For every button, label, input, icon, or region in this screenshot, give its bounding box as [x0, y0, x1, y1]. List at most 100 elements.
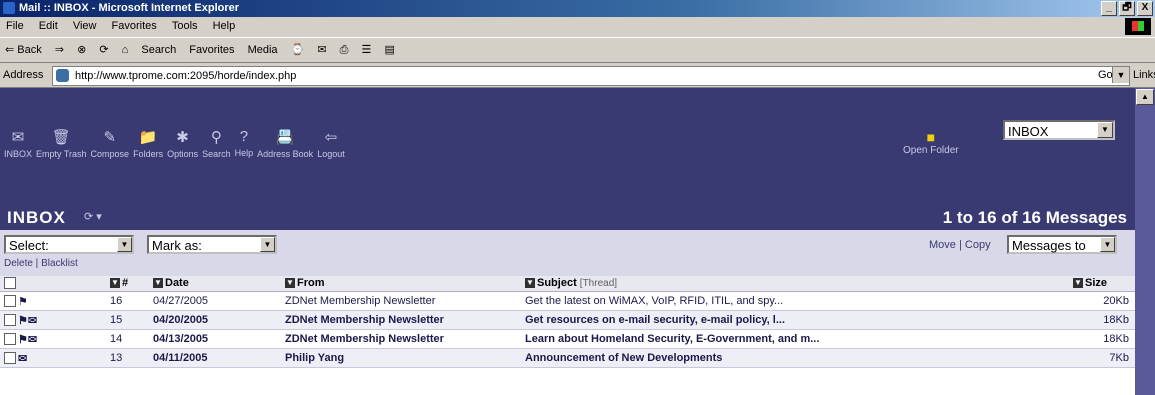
nav-compose[interactable]: ✎ Compose [91, 128, 130, 159]
message-subject[interactable]: Announcement of New Developments [525, 352, 722, 364]
windows-logo-icon [1125, 18, 1151, 35]
folders-icon: 📁 [138, 129, 158, 146]
nav-address-book[interactable]: 📇 Address Book [257, 128, 313, 159]
column-size-label: Size [1085, 277, 1108, 289]
message-subject[interactable]: Get the latest on WiMAX, VoIP, RFID, ITI… [525, 295, 783, 307]
column-num[interactable]: ▼ # [110, 277, 128, 289]
nav-label: Help [234, 148, 254, 158]
menu-help[interactable]: Help [207, 17, 242, 35]
scroll-up-icon[interactable]: ▲ [1136, 89, 1154, 105]
message-checkbox[interactable] [4, 295, 16, 308]
delete-link[interactable]: Delete [4, 258, 33, 269]
vertical-scrollbar[interactable]: ▲ [1135, 88, 1155, 395]
message-date: 04/27/2005 [153, 295, 209, 307]
message-from[interactable]: ZDNet Membership Newsletter [285, 295, 435, 307]
flag-mail-icon: ⚑✉ [18, 315, 38, 327]
logout-icon: ⇦ [324, 129, 338, 146]
message-date: 04/13/2005 [153, 333, 209, 345]
close-button[interactable]: X [1137, 1, 1153, 16]
message-size: 7Kb [1109, 352, 1129, 364]
chevron-down-icon[interactable]: ▼ [117, 237, 132, 252]
edit-button[interactable]: ☰ [357, 38, 377, 61]
menu-edit[interactable]: Edit [33, 17, 64, 35]
copy-link[interactable]: Copy [965, 239, 991, 251]
message-num: 16 [110, 295, 123, 307]
message-num: 15 [110, 314, 123, 326]
message-checkbox[interactable] [4, 314, 16, 327]
discuss-button[interactable]: ▤ [379, 38, 399, 61]
mail-icon: ✉ [18, 353, 28, 365]
sort-icon: ▼ [285, 278, 295, 289]
minimize-button[interactable]: _ [1101, 1, 1117, 16]
message-from[interactable]: ZDNet Membership Newsletter [285, 314, 444, 326]
folder-select[interactable]: INBOX ▼ [1003, 120, 1115, 140]
nav-options[interactable]: ✱ Options [167, 128, 198, 159]
nav-search[interactable]: ⚲ Search [202, 128, 231, 159]
refresh-button[interactable]: ⟳ [94, 38, 113, 61]
open-folder-button[interactable]: ■ Open Folder [903, 129, 959, 156]
chevron-down-icon[interactable]: ▼ [1112, 67, 1129, 83]
window-titlebar: Mail :: INBOX - Microsoft Internet Explo… [0, 0, 1155, 17]
column-from[interactable]: ▼ From [285, 277, 325, 289]
nav-logout[interactable]: ⇦ Logout [317, 128, 345, 159]
messages-to-dropdown[interactable]: Messages to ▼ [1007, 235, 1117, 254]
restore-button[interactable]: 🗗 [1119, 1, 1135, 16]
message-row[interactable]: ⚑✉ 14 04/13/2005 ZDNet Membership Newsle… [0, 330, 1135, 349]
address-book-icon: 📇 [275, 129, 295, 146]
nav-help[interactable]: ? Help [235, 128, 254, 159]
mail-button[interactable]: ✉ [312, 38, 331, 61]
message-size: 20Kb [1103, 295, 1129, 307]
thread-link[interactable]: [Thread] [580, 278, 617, 289]
inbox-icon: ✉ [11, 129, 25, 146]
column-subject[interactable]: ▼ Subject [Thread] [525, 277, 617, 289]
chevron-down-icon[interactable]: ▼ [1100, 237, 1115, 252]
stop-button[interactable]: ⊗ [72, 38, 91, 61]
menu-tools[interactable]: Tools [166, 17, 204, 35]
internet-explorer-icon [3, 2, 15, 14]
nav-label: Address Book [257, 149, 314, 159]
forward-button[interactable]: ⇒ [50, 38, 69, 61]
search-button[interactable]: Search [136, 39, 181, 61]
sort-icon: ▼ [153, 278, 163, 289]
print-button[interactable]: ⎙ [335, 39, 354, 62]
move-link[interactable]: Move [929, 239, 956, 251]
nav-empty-trash[interactable]: 🗑 Empty Trash [36, 128, 87, 159]
refresh-icon[interactable]: ⟳ [84, 211, 93, 223]
links-button[interactable]: Links [1133, 69, 1155, 81]
menu-view[interactable]: View [67, 17, 103, 35]
go-button[interactable]: Go [1098, 69, 1113, 81]
select-dropdown[interactable]: Select: ▼ [4, 235, 134, 254]
menu-favorites[interactable]: Favorites [106, 17, 163, 35]
message-checkbox[interactable] [4, 352, 16, 365]
message-from[interactable]: ZDNet Membership Newsletter [285, 333, 444, 345]
column-date-label: Date [165, 277, 189, 289]
menu-file[interactable]: File [0, 17, 30, 35]
select-all-checkbox[interactable] [4, 277, 16, 290]
nav-inbox[interactable]: ✉ INBOX [4, 128, 32, 159]
nav-label: Logout [317, 149, 345, 159]
chevron-down-icon[interactable]: ▼ [260, 237, 275, 252]
message-subject[interactable]: Get resources on e-mail security, e-mail… [525, 314, 785, 326]
address-input[interactable]: http://www.tprome.com:2095/horde/index.p… [52, 66, 1130, 86]
history-button[interactable]: ⌚ [286, 38, 310, 61]
address-url[interactable]: http://www.tprome.com:2095/horde/index.p… [75, 70, 296, 82]
chevron-down-icon[interactable]: ▼ [1097, 122, 1113, 138]
filter-icon[interactable]: ▾ [96, 211, 102, 223]
message-row[interactable]: ⚑✉ 15 04/20/2005 ZDNet Membership Newsle… [0, 311, 1135, 330]
blacklist-link[interactable]: Blacklist [41, 258, 78, 269]
message-checkbox[interactable] [4, 333, 16, 346]
mailbox-header: INBOX ⟳ ▾ 1 to 16 of 16 Messages [0, 206, 1135, 230]
home-button[interactable]: ⌂ [117, 39, 134, 61]
column-date[interactable]: ▼ Date [153, 277, 189, 289]
message-subject[interactable]: Learn about Homeland Security, E-Governm… [525, 333, 819, 345]
message-from[interactable]: Philip Yang [285, 352, 344, 364]
back-button[interactable]: ⇐ Back [0, 38, 47, 61]
mark-as-dropdown[interactable]: Mark as: ▼ [147, 235, 277, 254]
favorites-button[interactable]: Favorites [184, 39, 239, 61]
message-row[interactable]: ✉ 13 04/11/2005 Philip Yang Announcement… [0, 349, 1135, 368]
message-row[interactable]: ⚑ 16 04/27/2005 ZDNet Membership Newslet… [0, 292, 1135, 311]
message-num: 14 [110, 333, 123, 345]
nav-folders[interactable]: 📁 Folders [133, 128, 163, 159]
media-button[interactable]: Media [243, 39, 283, 61]
column-size[interactable]: ▼ Size [1073, 277, 1107, 289]
